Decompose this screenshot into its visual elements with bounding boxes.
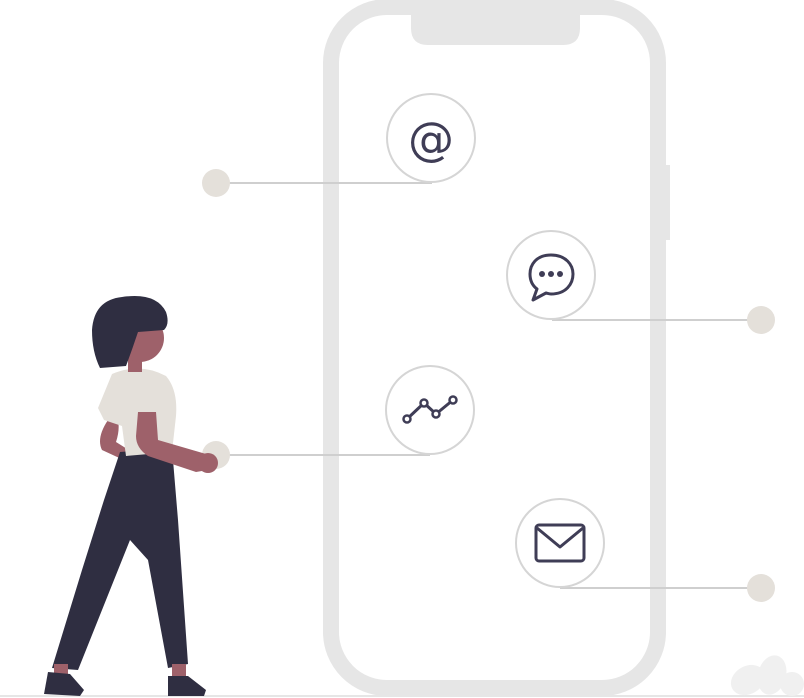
phone-side-button <box>665 165 670 240</box>
connector-dot <box>747 306 775 334</box>
phone-notch <box>411 15 580 45</box>
person <box>44 296 218 696</box>
connector-trend <box>202 441 430 469</box>
connector-mail <box>560 574 775 602</box>
chat-badge <box>506 230 596 320</box>
illustration: @ <box>0 0 804 697</box>
connector-dot <box>202 169 230 197</box>
shoe <box>44 672 84 696</box>
trend-badge <box>385 365 475 455</box>
at-sign-icon: @ <box>408 112 454 166</box>
pants <box>52 448 188 670</box>
phone <box>323 0 670 696</box>
plant <box>730 655 804 696</box>
at-sign-badge: @ <box>386 93 476 183</box>
shoe <box>168 676 206 696</box>
connector-dot <box>747 574 775 602</box>
hand <box>198 453 218 473</box>
mail-badge <box>515 498 605 588</box>
phone-frame <box>323 0 666 696</box>
connector-at <box>202 169 432 197</box>
ankle <box>172 664 186 678</box>
icon-ring <box>515 498 605 588</box>
